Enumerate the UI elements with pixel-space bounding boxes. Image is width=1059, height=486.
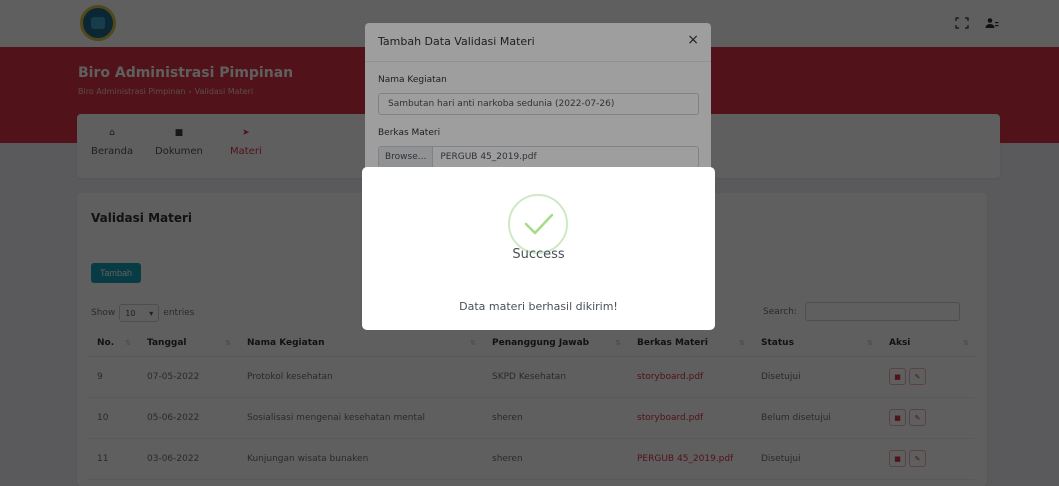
alert-title: Success — [512, 247, 565, 262]
success-alert: Success Data materi berhasil dikirim! — [362, 167, 715, 330]
alert-message: Data materi berhasil dikirim! — [459, 300, 618, 313]
check-icon — [508, 194, 568, 254]
